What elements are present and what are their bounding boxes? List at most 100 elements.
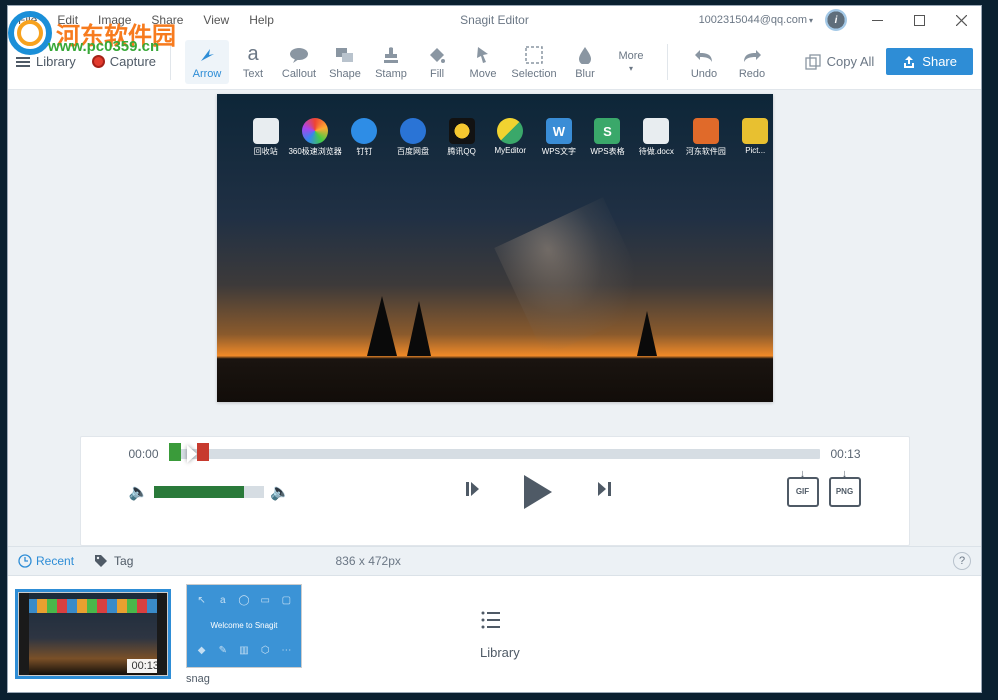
- tool-shape-label: Shape: [329, 68, 361, 80]
- library-shortcut-label: Library: [480, 645, 520, 660]
- shape-icon: [335, 44, 355, 66]
- tool-move-label: Move: [470, 68, 497, 80]
- timeline: 00:00 00:13: [129, 447, 861, 461]
- callout-icon: [289, 44, 309, 66]
- menu-share[interactable]: Share: [141, 9, 193, 31]
- account-dropdown[interactable]: 1002315044@qq.com: [693, 14, 819, 26]
- share-icon: [902, 55, 916, 69]
- tool-stamp[interactable]: Stamp: [369, 40, 413, 84]
- undo-icon: [694, 44, 714, 66]
- canvas-area: 回收站 360极速浏览器 钉钉 百度网盘 腾讯QQ MyEditor WWPS文…: [8, 90, 981, 546]
- menu-image[interactable]: Image: [88, 9, 141, 31]
- app-window: 河东软件园 www.pc0359.cn File Edit Image Shar…: [7, 5, 982, 693]
- undo-button[interactable]: Undo: [682, 40, 726, 84]
- desktop-icon: 待做.docx: [639, 118, 674, 157]
- tool-shape[interactable]: Shape: [323, 40, 367, 84]
- play-button[interactable]: [524, 475, 552, 509]
- recent-label: Recent: [36, 554, 74, 568]
- arrow-icon: [198, 44, 216, 66]
- redo-button[interactable]: Redo: [730, 40, 774, 84]
- tool-blur-label: Blur: [575, 68, 595, 80]
- copy-all-button[interactable]: Copy All: [797, 50, 883, 74]
- volume-control[interactable]: 🔈 🔈: [129, 482, 291, 502]
- info-icon[interactable]: i: [825, 9, 847, 31]
- step-back-button[interactable]: [462, 478, 484, 505]
- tool-blur[interactable]: Blur: [563, 40, 607, 84]
- step-forward-button[interactable]: [592, 478, 614, 505]
- thumb-image: ↖a◯▭▢ ◆✎▥⬡⋯: [186, 584, 302, 668]
- tool-stamp-label: Stamp: [375, 68, 407, 80]
- desktop-icon: Pict...: [738, 118, 773, 157]
- canvas-image[interactable]: 回收站 360极速浏览器 钉钉 百度网盘 腾讯QQ MyEditor WWPS文…: [217, 94, 773, 402]
- menu-file[interactable]: File: [8, 9, 47, 31]
- tag-icon: [94, 554, 108, 568]
- desktop-icon: 360极速浏览器: [297, 118, 333, 157]
- share-label: Share: [922, 54, 957, 69]
- export-png-button[interactable]: PNG: [829, 477, 861, 507]
- video-player: 00:00 00:13 🔈 🔈: [80, 436, 910, 546]
- thumb-duration: 00:13: [127, 659, 163, 673]
- record-icon: [92, 55, 105, 68]
- tray-bar: Recent Tag 836 x 472px ?: [8, 546, 981, 576]
- capture-tray: 00:13 ↖a◯▭▢ ◆✎▥⬡⋯ snag Library: [8, 576, 981, 692]
- text-icon: a: [247, 44, 258, 66]
- tool-arrow-label: Arrow: [193, 68, 222, 80]
- menu-view[interactable]: View: [193, 9, 239, 31]
- library-shortcut[interactable]: Library: [480, 609, 520, 660]
- playhead-icon[interactable]: [187, 445, 197, 463]
- desktop-icon: 百度网盘: [396, 118, 431, 157]
- help-button[interactable]: ?: [953, 552, 971, 570]
- menubar: File Edit Image Share View Help: [8, 9, 284, 31]
- tool-selection-label: Selection: [511, 68, 556, 80]
- time-current: 00:00: [129, 447, 159, 461]
- redo-icon: [742, 44, 762, 66]
- move-icon: [475, 44, 491, 66]
- maximize-button[interactable]: [899, 6, 939, 34]
- list-icon: [480, 609, 502, 631]
- menu-edit[interactable]: Edit: [47, 9, 88, 31]
- capture-label: Capture: [110, 54, 156, 69]
- library-button[interactable]: Library: [16, 54, 76, 69]
- tool-arrow[interactable]: Arrow: [185, 40, 229, 84]
- tool-text[interactable]: a Text: [231, 40, 275, 84]
- close-button[interactable]: [941, 6, 981, 34]
- tray-thumb-1[interactable]: 00:13: [18, 592, 168, 676]
- copy-icon: [805, 54, 821, 70]
- share-button[interactable]: Share: [886, 48, 973, 75]
- copy-all-label: Copy All: [827, 54, 875, 69]
- tool-fill[interactable]: Fill: [415, 40, 459, 84]
- time-duration: 00:13: [830, 447, 860, 461]
- tree-silhouette: [367, 296, 397, 356]
- trim-start-handle[interactable]: [169, 443, 181, 461]
- tree-silhouette: [407, 301, 431, 356]
- fill-icon: [428, 44, 446, 66]
- capture-button[interactable]: Capture: [92, 54, 156, 69]
- thumb-image: 00:13: [18, 592, 168, 676]
- tool-move[interactable]: Move: [461, 40, 505, 84]
- speaker-icon: 🔈: [129, 482, 149, 502]
- volume-slider[interactable]: [154, 486, 264, 498]
- selection-icon: [525, 44, 543, 66]
- speaker-max-icon: 🔈: [270, 482, 290, 502]
- thumb-caption: snag: [186, 673, 302, 685]
- desktop-icon: 钉钉: [347, 118, 382, 157]
- hamburger-icon: [16, 57, 30, 67]
- redo-label: Redo: [739, 68, 765, 80]
- tag-tab[interactable]: Tag: [94, 554, 133, 568]
- desktop-icon: WWPS文字: [542, 118, 577, 157]
- tool-callout[interactable]: Callout: [277, 40, 321, 84]
- tool-fill-label: Fill: [430, 68, 444, 80]
- recent-tab[interactable]: Recent: [18, 554, 74, 568]
- minimize-button[interactable]: [857, 6, 897, 34]
- menu-help[interactable]: Help: [239, 9, 284, 31]
- export-gif-button[interactable]: GIF: [787, 477, 819, 507]
- desktop-icon: 腾讯QQ: [444, 118, 479, 157]
- tool-more[interactable]: More: [609, 46, 653, 77]
- tool-selection[interactable]: Selection: [507, 40, 561, 84]
- tray-thumb-2[interactable]: ↖a◯▭▢ ◆✎▥⬡⋯ snag: [186, 584, 302, 685]
- timeline-track[interactable]: [169, 449, 821, 459]
- divider: [667, 44, 668, 80]
- library-label: Library: [36, 54, 76, 69]
- titlebar: File Edit Image Share View Help Snagit E…: [8, 6, 981, 34]
- trim-end-handle[interactable]: [197, 443, 209, 461]
